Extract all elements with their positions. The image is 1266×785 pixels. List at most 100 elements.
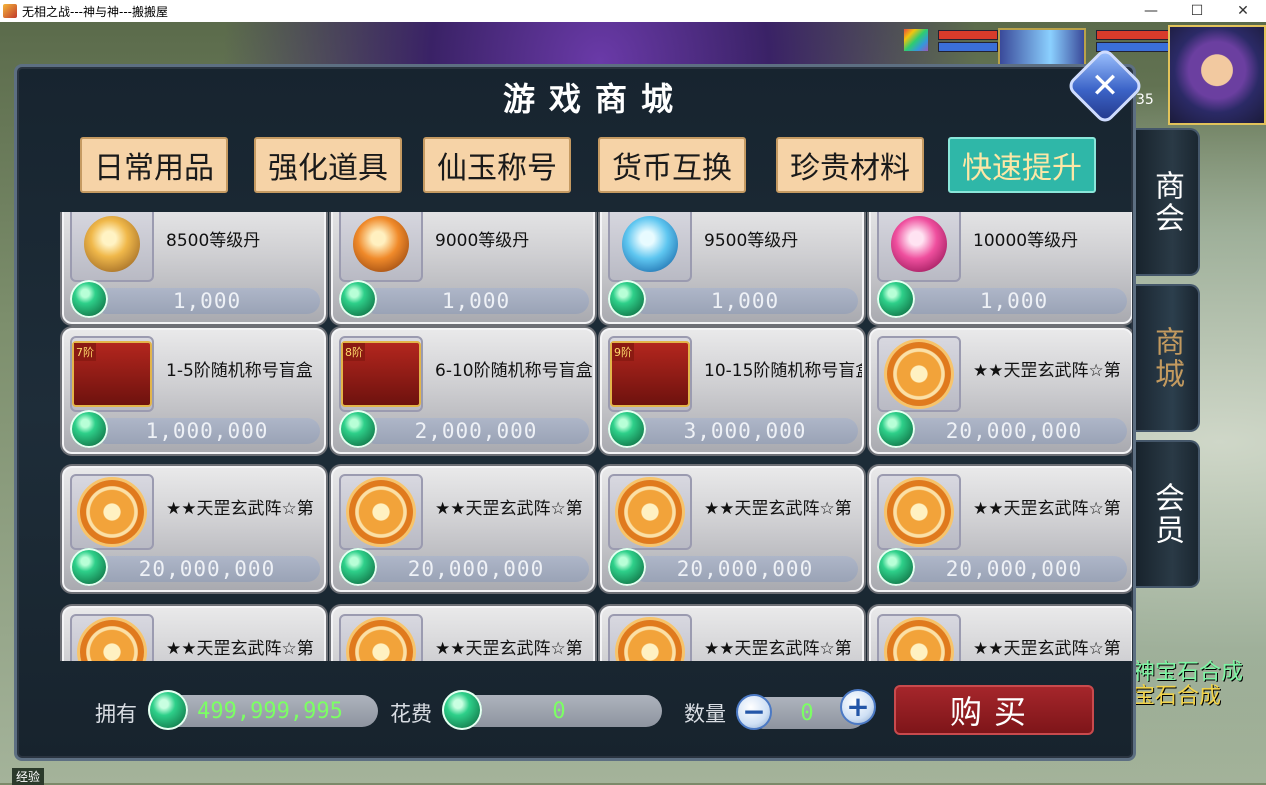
owned-amount-field: 499,999,995 (162, 695, 378, 727)
pet-hp-bar (1096, 30, 1170, 40)
tier-tag: 9阶 (612, 343, 634, 361)
jade-currency-icon (608, 410, 646, 448)
shop-item-card[interactable]: ★★天罡玄武阵☆第 (600, 606, 864, 661)
item-price: 3,000,000 (632, 418, 858, 444)
jade-currency-icon (70, 410, 108, 448)
side-tab-huiyuan[interactable]: 会员 (1134, 440, 1200, 588)
shop-item-card[interactable]: 9500等级丹 1,000 (600, 212, 864, 324)
shop-item-card[interactable]: 10000等级丹 1,000 (869, 212, 1132, 324)
owned-label: 拥有 (95, 702, 137, 726)
category-tab[interactable]: 珍贵材料 (776, 137, 924, 193)
side-tab-shangcheng[interactable]: 商城 (1134, 284, 1200, 432)
quantity-minus-button[interactable]: − (736, 694, 772, 730)
gem-icon[interactable] (903, 28, 929, 52)
cost-label: 花费 (390, 702, 432, 726)
exp-label: 经验 (12, 768, 45, 785)
jade-currency-icon (442, 690, 482, 730)
item-name: ★★天罡玄武阵☆第 (973, 639, 1121, 658)
tier-tag: 7阶 (74, 343, 96, 361)
item-name: ★★天罡玄武阵☆第 (435, 639, 583, 658)
item-thumbnail: 8阶 (339, 336, 423, 412)
jade-currency-icon (877, 280, 915, 318)
item-name: 8500等级丹 (166, 231, 261, 250)
item-name: ★★天罡玄武阵☆第 (166, 639, 314, 658)
item-grid[interactable]: 8500等级丹 1,000 9000等级丹 1,000 9500等级丹 1,000 1000… (60, 212, 1132, 661)
shop-item-card[interactable]: ★★天罡玄武阵☆第 20,000,000 (331, 466, 595, 592)
jade-currency-icon (70, 280, 108, 318)
formation-medal-icon (618, 480, 682, 544)
item-thumbnail (339, 212, 423, 282)
minimize-button[interactable]: — (1128, 0, 1174, 22)
maximize-button[interactable]: ☐ (1174, 0, 1220, 22)
item-name: 10-15阶随机称号盲盒 (704, 361, 862, 380)
jade-currency-icon (339, 410, 377, 448)
shop-item-card[interactable]: ★★天罡玄武阵☆第 (62, 606, 326, 661)
item-name: 10000等级丹 (973, 231, 1079, 250)
item-name: ★★天罡玄武阵☆第 (704, 639, 852, 658)
item-price: 1,000 (901, 288, 1127, 314)
item-name: ★★天罡玄武阵☆第 (973, 361, 1121, 380)
item-price: 20,000,000 (901, 556, 1127, 582)
side-tab-label: 商城 (1149, 326, 1184, 390)
shop-item-card[interactable]: 8阶 6-10阶随机称号盲盒 2,000,000 (331, 328, 595, 454)
item-thumbnail: 9阶 (608, 336, 692, 412)
jade-currency-icon (608, 548, 646, 586)
item-thumbnail: 7阶 (70, 336, 154, 412)
item-price: 20,000,000 (901, 418, 1127, 444)
item-price: 1,000 (363, 288, 589, 314)
item-price: 1,000 (94, 288, 320, 314)
item-thumbnail (70, 212, 154, 282)
formation-medal-icon (80, 620, 144, 661)
item-name: ★★天罡玄武阵☆第 (704, 499, 852, 518)
close-window-button[interactable]: ✕ (1220, 0, 1266, 22)
level-pill-icon (622, 216, 678, 272)
item-name: 1-5阶随机称号盲盒 (166, 361, 313, 380)
jade-currency-icon (339, 548, 377, 586)
shop-item-card[interactable]: ★★天罡玄武阵☆第 20,000,000 (869, 328, 1132, 454)
shop-item-card[interactable]: 9阶 10-15阶随机称号盲盒 3,000,000 (600, 328, 864, 454)
item-name: 6-10阶随机称号盲盒 (435, 361, 593, 380)
shop-item-card[interactable]: 8500等级丹 1,000 (62, 212, 326, 324)
quantity-plus-button[interactable]: + (840, 689, 876, 725)
category-tab[interactable]: 强化道具 (254, 137, 402, 193)
formation-medal-icon (349, 620, 413, 661)
category-tab[interactable]: 日常用品 (80, 137, 228, 193)
shop-item-card[interactable]: 9000等级丹 1,000 (331, 212, 595, 324)
quantity-label: 数量 (684, 702, 726, 726)
side-tab-label: 会员 (1149, 482, 1184, 546)
shop-item-card[interactable]: ★★天罡玄武阵☆第 20,000,000 (869, 466, 1132, 592)
shop-item-card[interactable]: 7阶 1-5阶随机称号盲盒 1,000,000 (62, 328, 326, 454)
item-price: 20,000,000 (94, 556, 320, 582)
window-title: 无相之战---神与神---搬搬屋 (22, 4, 168, 19)
item-thumbnail (877, 336, 961, 412)
shop-item-card[interactable]: ★★天罡玄武阵☆第 20,000,000 (600, 466, 864, 592)
buy-button[interactable]: 购买 (894, 685, 1094, 735)
item-price: 20,000,000 (632, 556, 858, 582)
level-pill-icon (891, 216, 947, 272)
formation-medal-icon (618, 620, 682, 661)
jade-currency-icon (877, 548, 915, 586)
category-tab[interactable]: 快速提升 (948, 137, 1096, 193)
jade-currency-icon (339, 280, 377, 318)
app-icon (3, 4, 17, 18)
item-price: 1,000,000 (94, 418, 320, 444)
treasure-chest-icon: 9阶 (610, 341, 690, 407)
side-tab-shanghui[interactable]: 商会 (1134, 128, 1200, 276)
item-thumbnail (608, 614, 692, 661)
category-tab[interactable]: 仙玉称号 (423, 137, 571, 193)
formation-medal-icon (80, 480, 144, 544)
item-name: ★★天罡玄武阵☆第 (973, 499, 1121, 518)
item-thumbnail (877, 212, 961, 282)
item-thumbnail (608, 212, 692, 282)
shop-title: 游戏商城 (502, 80, 687, 118)
jade-currency-icon (148, 690, 188, 730)
shop-item-card[interactable]: ★★天罡玄武阵☆第 20,000,000 (62, 466, 326, 592)
item-thumbnail (877, 614, 961, 661)
side-tab-label: 商会 (1149, 170, 1184, 234)
mp-bar (938, 42, 998, 52)
category-tab[interactable]: 货币互换 (598, 137, 746, 193)
shop-item-card[interactable]: ★★天罡玄武阵☆第 (869, 606, 1132, 661)
shop-item-card[interactable]: ★★天罡玄武阵☆第 (331, 606, 595, 661)
scene-label-2[interactable]: 宝石合成 (1133, 678, 1221, 710)
window-titlebar: 无相之战---神与神---搬搬屋 — ☐ ✕ (0, 0, 1266, 22)
